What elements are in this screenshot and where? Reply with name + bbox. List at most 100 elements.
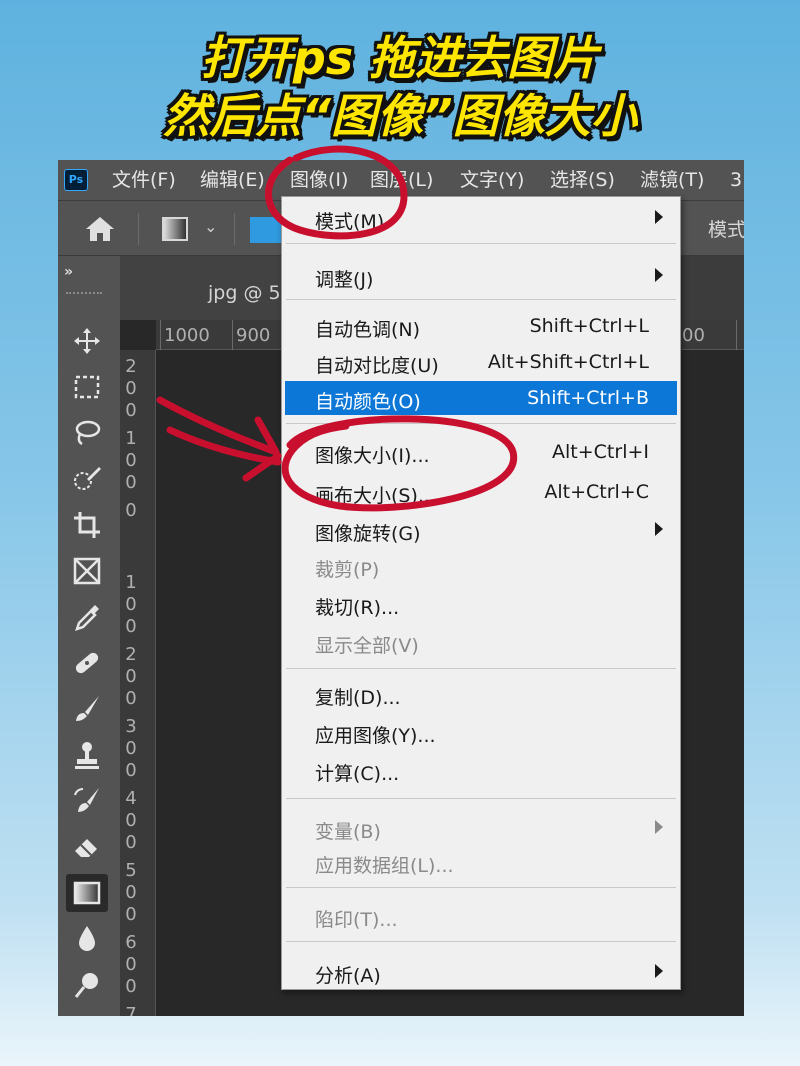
- mode-label: 模式: [708, 219, 744, 241]
- headline: 打开ps 拖进去图片 然后点“图像”图像大小: [0, 28, 800, 144]
- menu-item-mode[interactable]: 模式(M): [285, 201, 677, 235]
- ruler-label: 1000: [164, 325, 210, 346]
- ruler-label: 100: [125, 572, 137, 637]
- submenu-arrow-icon: [655, 522, 663, 536]
- eyedropper-icon: [75, 605, 99, 631]
- marquee-tool[interactable]: [66, 368, 108, 406]
- menu-item-analysis[interactable]: 分析(A): [285, 955, 677, 989]
- menu-separator: [286, 941, 676, 942]
- menu-item-crop[interactable]: 裁剪(P): [285, 549, 677, 583]
- menu-separator: [286, 798, 676, 799]
- eraser-icon: [75, 839, 97, 857]
- healing-tool[interactable]: [66, 644, 108, 682]
- menu-file[interactable]: 文件(F): [112, 160, 176, 200]
- dodge-tool[interactable]: [66, 966, 108, 1004]
- home-icon[interactable]: [84, 215, 116, 243]
- submenu-arrow-icon: [655, 210, 663, 224]
- submenu-arrow-icon: [655, 268, 663, 282]
- stamp-icon: [75, 742, 99, 769]
- menu-item-label: 画布大小(S)...: [315, 485, 437, 507]
- headline-line-1: 打开ps 拖进去图片: [200, 31, 600, 85]
- clone-stamp-tool[interactable]: [66, 736, 108, 774]
- chevron-down-icon[interactable]: ⌄: [204, 217, 217, 236]
- menu-item-label: 自动对比度(U): [315, 355, 439, 377]
- move-tool[interactable]: [66, 322, 108, 360]
- menu-item-auto-color[interactable]: 自动颜色(O) Shift+Ctrl+B: [285, 381, 677, 415]
- menu-item-shortcut: Alt+Ctrl+C: [544, 481, 649, 503]
- history-brush-icon: [74, 788, 99, 812]
- menu-item-label: 变量(B): [315, 821, 381, 843]
- menu-item-label: 调整(J): [315, 269, 374, 291]
- gradient-tool[interactable]: [66, 874, 108, 912]
- menu-item-reveal-all[interactable]: 显示全部(V): [285, 625, 677, 659]
- gradient-preset-icon[interactable]: [162, 217, 188, 241]
- menu-item-label: 计算(C)...: [315, 763, 400, 785]
- menu-item-shortcut: Shift+Ctrl+B: [527, 387, 649, 409]
- lasso-icon: [75, 420, 101, 446]
- menu-item-trap[interactable]: 陷印(T)...: [285, 899, 677, 933]
- menu-item-auto-tone[interactable]: 自动色调(N) Shift+Ctrl+L: [285, 309, 677, 343]
- ruler-label: 0: [125, 500, 137, 521]
- eyedropper-tool[interactable]: [66, 598, 108, 636]
- menu-item-image-size[interactable]: 图像大小(I)... Alt+Ctrl+I: [285, 435, 677, 469]
- menu-separator: [286, 668, 676, 669]
- menu-image[interactable]: 图像(I): [290, 160, 348, 200]
- menu-item-label: 应用图像(Y)...: [315, 725, 436, 747]
- menu-item-calculations[interactable]: 计算(C)...: [285, 753, 677, 787]
- gradient-type-swatch[interactable]: [250, 217, 284, 243]
- history-brush-tool[interactable]: [66, 782, 108, 820]
- menu-item-variables[interactable]: 变量(B): [285, 811, 677, 845]
- menu-item-label: 自动颜色(O): [315, 391, 421, 413]
- eraser-tool[interactable]: [66, 828, 108, 866]
- menu-item-label: 分析(A): [315, 965, 381, 987]
- crop-tool[interactable]: [66, 506, 108, 544]
- menu-item-label: 复制(D)...: [315, 687, 401, 709]
- quick-select-tool[interactable]: [66, 460, 108, 498]
- healing-icon: [75, 652, 99, 674]
- ruler-label: 200: [125, 644, 137, 709]
- frame-icon: [73, 557, 101, 585]
- submenu-arrow-icon: [655, 820, 663, 834]
- collapse-icon[interactable]: »: [64, 264, 73, 280]
- options-separator: [234, 213, 235, 245]
- menu-type[interactable]: 文字(Y): [460, 160, 524, 200]
- menu-item-label: 显示全部(V): [315, 635, 419, 657]
- brush-tool[interactable]: [66, 690, 108, 728]
- ruler-label: 200: [125, 356, 137, 421]
- ruler-label: 400: [125, 788, 137, 853]
- menu-item-auto-contrast[interactable]: 自动对比度(U) Alt+Shift+Ctrl+L: [285, 345, 677, 379]
- menu-item-label: 自动色调(N): [315, 319, 421, 341]
- menu-item-canvas-size[interactable]: 画布大小(S)... Alt+Ctrl+C: [285, 475, 677, 509]
- menu-separator: [286, 423, 676, 424]
- ruler-label: 7: [125, 1004, 137, 1016]
- menu-filter[interactable]: 滤镜(T): [640, 160, 704, 200]
- menu-item-adjustments[interactable]: 调整(J): [285, 259, 677, 293]
- menu-item-label: 裁剪(P): [315, 559, 380, 581]
- menu-item-duplicate[interactable]: 复制(D)...: [285, 677, 677, 711]
- ruler-label: 600: [125, 932, 137, 997]
- menu-item-apply-data-set[interactable]: 应用数据组(L)...: [285, 845, 677, 879]
- menu-layer[interactable]: 图层(L): [370, 160, 433, 200]
- ruler-tick: [736, 320, 737, 350]
- crop-icon: [74, 512, 100, 538]
- brush-icon: [76, 696, 99, 721]
- quick-select-icon: [74, 467, 101, 490]
- menu-separator: [286, 243, 676, 244]
- menu-item-apply-image[interactable]: 应用图像(Y)...: [285, 715, 677, 749]
- menu-item-trim[interactable]: 裁切(R)...: [285, 587, 677, 621]
- photoshop-logo-icon[interactable]: Ps: [64, 169, 88, 191]
- menu-3d[interactable]: 3: [730, 160, 742, 200]
- dodge-icon: [74, 973, 98, 998]
- menu-item-image-rotation[interactable]: 图像旋转(G): [285, 513, 677, 547]
- options-separator: [138, 213, 139, 245]
- lasso-tool[interactable]: [66, 414, 108, 452]
- blur-tool[interactable]: [66, 920, 108, 958]
- blur-icon: [79, 926, 95, 951]
- menu-select[interactable]: 选择(S): [550, 160, 615, 200]
- menu-edit[interactable]: 编辑(E): [200, 160, 265, 200]
- frame-tool[interactable]: [66, 552, 108, 590]
- ruler-tick: [232, 320, 233, 350]
- panel-grip[interactable]: [66, 292, 102, 296]
- menu-item-shortcut: Alt+Shift+Ctrl+L: [487, 351, 649, 373]
- menu-bar: Ps 文件(F) 编辑(E) 图像(I) 图层(L) 文字(Y) 选择(S) 滤…: [58, 160, 744, 200]
